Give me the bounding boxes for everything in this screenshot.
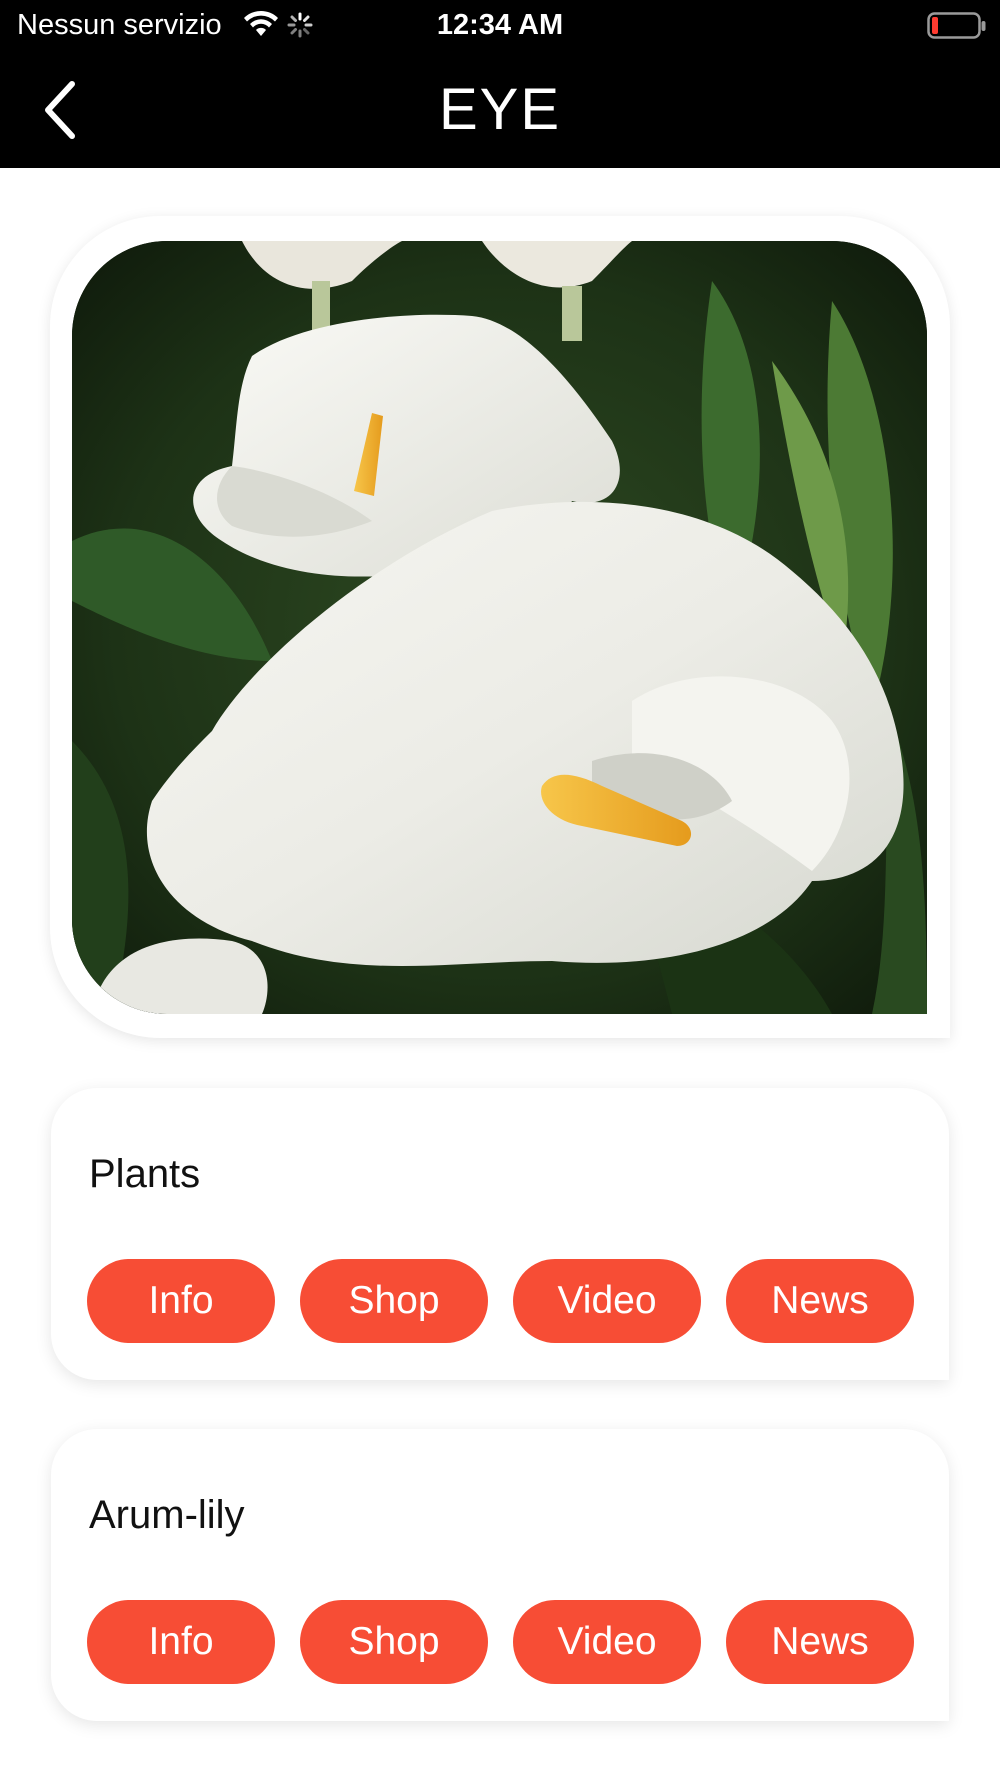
page-title: EYE (438, 77, 562, 142)
video-button[interactable]: Video (513, 1259, 701, 1343)
shop-button[interactable]: Shop (300, 1259, 488, 1343)
category-title: Plants (89, 1152, 201, 1196)
category-card-plants: Plants Info Shop Video News (51, 1088, 949, 1380)
news-button[interactable]: News (726, 1600, 914, 1684)
shop-button[interactable]: Shop (300, 1600, 488, 1684)
nav-bar: EYE (0, 50, 1000, 168)
category-card-arum-lily: Arum-lily Info Shop Video News (51, 1429, 949, 1721)
status-bar: Nessun servizio 12:34 AM (0, 0, 1000, 50)
info-button[interactable]: Info (87, 1259, 275, 1343)
calla-lily-photo (72, 241, 927, 1014)
battery-low-icon (927, 12, 987, 45)
category-title: Arum-lily (89, 1493, 245, 1537)
clock: 12:34 AM (436, 9, 564, 41)
news-button[interactable]: News (726, 1259, 914, 1343)
info-button[interactable]: Info (87, 1600, 275, 1684)
video-button[interactable]: Video (513, 1600, 701, 1684)
